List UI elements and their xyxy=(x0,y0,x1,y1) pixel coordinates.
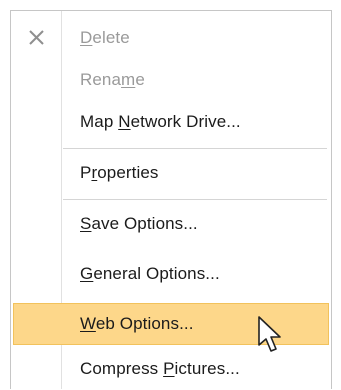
menu-separator xyxy=(63,148,327,149)
menu-item-rename[interactable]: Rename xyxy=(13,59,329,101)
menu-item-label: General Options... xyxy=(80,264,220,283)
menu-item-label: Rename xyxy=(80,70,145,89)
menu-item-properties[interactable]: Properties xyxy=(13,152,329,194)
menu-item-label: Map Network Drive... xyxy=(80,112,241,131)
menu-separator xyxy=(63,199,327,200)
menu-item-label: Save Options... xyxy=(80,214,198,233)
menu-item-label: Web Options... xyxy=(80,314,194,333)
menu-item-label: Delete xyxy=(80,28,130,47)
delete-x-icon xyxy=(19,21,53,55)
menu-item-label: Compress Pictures... xyxy=(80,359,240,378)
menu-item-map-network-drive[interactable]: Map Network Drive... xyxy=(13,101,329,143)
menu-item-label: Properties xyxy=(80,163,159,182)
menu-item-delete[interactable]: Delete xyxy=(13,17,329,59)
menu-item-general-options[interactable]: General Options... xyxy=(13,253,329,295)
menu-item-save-options[interactable]: Save Options... xyxy=(13,203,329,245)
arrow-pointer-icon xyxy=(257,315,285,355)
